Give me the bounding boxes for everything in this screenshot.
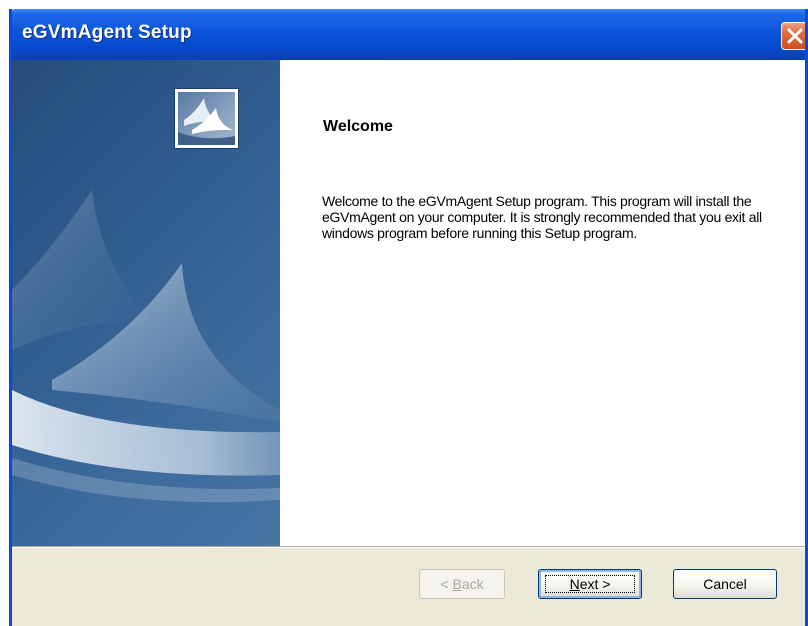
wizard-sidebar-banner: [12, 60, 280, 546]
welcome-message: Welcome to the eGVmAgent Setup program. …: [322, 193, 762, 241]
close-button[interactable]: [781, 22, 805, 50]
close-icon: [787, 28, 803, 44]
welcome-panel: Welcome Welcome to the eGVmAgent Setup p…: [280, 60, 805, 546]
back-button[interactable]: < Back: [419, 569, 505, 599]
back-button-label: < Back: [440, 576, 483, 592]
back-mnemonic: B: [452, 576, 462, 592]
setup-logo-icon: [175, 89, 238, 148]
cancel-button-label: Cancel: [703, 576, 747, 592]
next-button-label: Next >: [570, 576, 611, 592]
divider: [12, 546, 805, 548]
next-rest: ext >: [579, 576, 611, 592]
page-heading: Welcome: [323, 118, 393, 135]
cancel-button[interactable]: Cancel: [673, 569, 777, 599]
sail-logo-icon: [178, 92, 235, 145]
title-bar[interactable]: eGVmAgent Setup: [12, 9, 805, 60]
sail-artwork: [12, 190, 280, 503]
back-rest: ack: [461, 576, 484, 592]
next-button[interactable]: Next >: [538, 569, 642, 599]
window-title: eGVmAgent Setup: [22, 22, 192, 43]
setup-window: eGVmAgent Setup Welcome Welcome to the e…: [9, 9, 808, 626]
back-prefix: <: [440, 576, 453, 592]
next-mnemonic: N: [569, 576, 580, 592]
